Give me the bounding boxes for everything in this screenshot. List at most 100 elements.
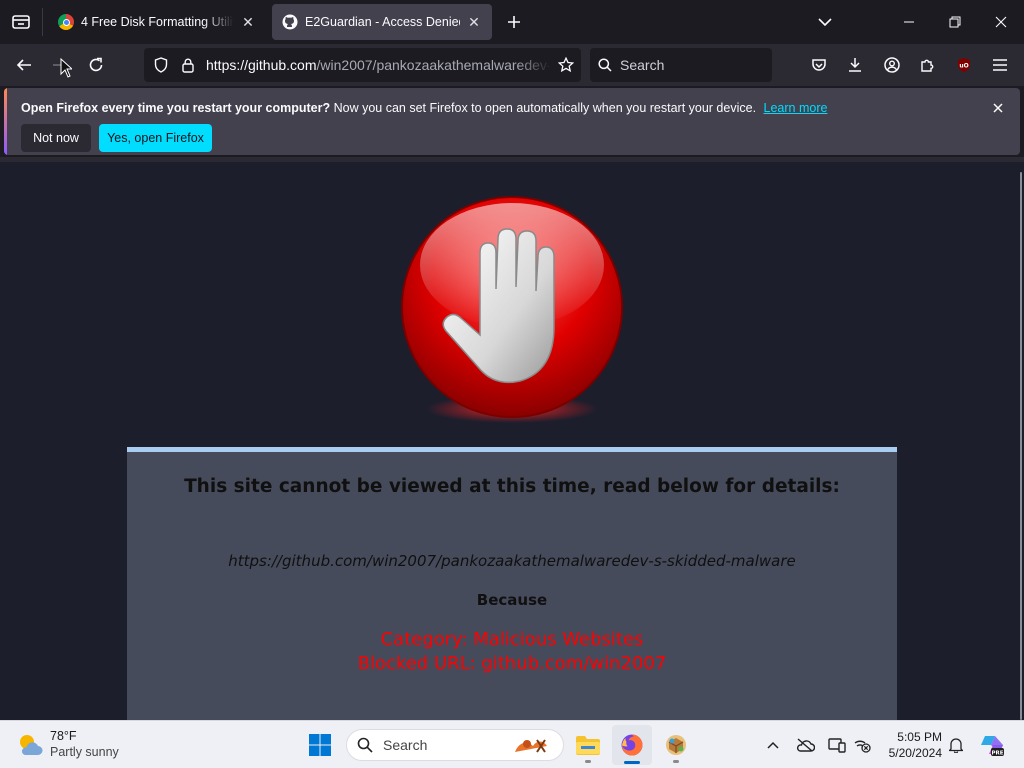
chevron-up-icon xyxy=(767,741,779,749)
bell-icon xyxy=(949,738,963,753)
restore-button[interactable] xyxy=(932,0,978,44)
close-icon xyxy=(993,103,1003,113)
back-arrow-icon xyxy=(16,59,31,71)
blocked-url-text: https://github.com/win2007/pankozaakathe… xyxy=(228,552,796,570)
tracking-protection-shield-icon[interactable] xyxy=(146,48,176,82)
file-explorer-button[interactable] xyxy=(568,725,608,765)
close-notification-button[interactable] xyxy=(990,100,1006,116)
download-icon xyxy=(849,58,861,72)
tab-separator xyxy=(42,8,43,36)
ublock-origin-button[interactable]: uO xyxy=(948,49,980,81)
package-icon xyxy=(666,735,686,755)
firefox-view-icon xyxy=(12,15,30,29)
tab-e2guardian[interactable]: E2Guardian - Access Denied ✕ xyxy=(272,4,492,40)
weather-description: Partly sunny xyxy=(50,745,119,759)
weather-widget[interactable]: 78°F Partly sunny xyxy=(14,727,134,763)
tab-disk-formatting[interactable]: 4 Free Disk Formatting Utility to ✕ xyxy=(48,4,266,40)
copilot-icon: PRE xyxy=(981,736,1004,756)
url-text[interactable]: https://github.com/win2007/pankozaakathe… xyxy=(206,57,551,73)
yes-open-firefox-button[interactable]: Yes, open Firefox xyxy=(99,124,212,152)
address-bar[interactable]: https://github.com/win2007/pankozaakathe… xyxy=(144,48,581,82)
account-icon xyxy=(884,57,900,73)
puzzle-piece-icon xyxy=(921,59,934,72)
category-text: Category: Malicious Websites xyxy=(380,629,644,650)
block-heading: This site cannot be viewed at this time,… xyxy=(184,476,840,497)
not-now-button[interactable]: Not now xyxy=(21,124,91,152)
downloads-button[interactable] xyxy=(839,49,871,81)
notification-accent-bar xyxy=(4,88,7,155)
tab-title: E2Guardian - Access Denied xyxy=(305,15,460,29)
search-highlight-icon xyxy=(515,739,547,753)
stop-hand-icon xyxy=(401,196,623,423)
search-bar[interactable]: Search xyxy=(590,48,772,82)
svg-text:PRE: PRE xyxy=(991,750,1003,756)
reload-button[interactable] xyxy=(80,49,112,81)
minimize-button[interactable] xyxy=(886,0,932,44)
minimize-icon xyxy=(904,21,914,23)
chrome-favicon-icon xyxy=(58,14,74,30)
blocked-url-line: Blocked URL: github.com/win2007 xyxy=(357,653,667,674)
start-button[interactable] xyxy=(300,725,340,765)
active-indicator xyxy=(624,761,640,764)
bookmark-star-icon[interactable] xyxy=(551,48,581,82)
because-label: Because xyxy=(476,591,548,609)
network-disconnected-icon xyxy=(854,740,871,753)
taskbar-search-placeholder: Search xyxy=(383,737,428,753)
pocket-button[interactable] xyxy=(803,49,835,81)
notifications-button[interactable] xyxy=(944,733,968,757)
clock[interactable]: 5:05 PM 5/20/2024 xyxy=(874,729,942,761)
account-button[interactable] xyxy=(876,49,908,81)
taskbar-search-box[interactable]: Search xyxy=(346,729,564,761)
onedrive-tray-button[interactable] xyxy=(793,733,817,757)
firefox-logo-icon xyxy=(621,734,643,756)
url-path: /win2007/pankozaakathemalwaredev-s-skidd… xyxy=(316,57,551,73)
github-favicon-icon xyxy=(282,14,298,30)
plus-icon xyxy=(508,16,520,28)
taskbar: 78°F Partly sunny Search 5:05 PM 5/20/20… xyxy=(0,720,1024,768)
tab-title: 4 Free Disk Formatting Utility to xyxy=(81,15,234,29)
reload-icon xyxy=(89,57,103,72)
close-icon xyxy=(995,16,1007,28)
default-browser-notification: Open Firefox every time you restart your… xyxy=(4,88,1020,155)
notification-message: Open Firefox every time you restart your… xyxy=(21,101,827,115)
svg-text:uO: uO xyxy=(959,63,968,70)
tab-strip: 4 Free Disk Formatting Utility to ✕ E2Gu… xyxy=(0,0,1024,44)
clock-time: 5:05 PM xyxy=(897,730,942,744)
display-icon xyxy=(828,738,846,753)
device-tray-button[interactable] xyxy=(825,733,849,757)
close-tab-icon[interactable]: ✕ xyxy=(240,14,256,30)
url-domain: https://github.com xyxy=(206,57,317,73)
block-reason: Category: Malicious Websites Blocked URL… xyxy=(127,628,897,676)
ublock-origin-icon: uO xyxy=(958,58,970,72)
mouse-cursor-icon xyxy=(60,58,72,78)
learn-more-link[interactable]: Learn more xyxy=(764,101,828,115)
close-window-button[interactable] xyxy=(978,0,1024,44)
search-icon xyxy=(598,58,612,72)
firefox-view-button[interactable] xyxy=(0,0,42,44)
app-taskbar-button[interactable] xyxy=(656,725,696,765)
new-tab-button[interactable] xyxy=(500,8,528,36)
cloud-offline-icon xyxy=(796,738,815,752)
scrollbar[interactable] xyxy=(1020,172,1022,720)
network-volume-tray-button[interactable] xyxy=(850,733,874,757)
firefox-taskbar-button[interactable] xyxy=(612,725,652,765)
hamburger-menu-icon xyxy=(993,59,1007,71)
extensions-button[interactable] xyxy=(912,49,944,81)
folder-icon xyxy=(576,736,600,755)
show-hidden-icons-button[interactable] xyxy=(761,733,785,757)
pocket-icon xyxy=(812,59,826,71)
back-button[interactable] xyxy=(8,49,40,81)
windows-logo-icon xyxy=(309,734,331,756)
lock-icon[interactable] xyxy=(176,48,200,82)
page-content: This site cannot be viewed at this time,… xyxy=(0,162,1024,720)
partly-sunny-icon xyxy=(20,735,43,755)
copilot-button[interactable]: PRE xyxy=(978,733,1006,757)
list-all-tabs-button[interactable] xyxy=(802,0,848,44)
app-menu-button[interactable] xyxy=(984,49,1016,81)
close-tab-icon[interactable]: ✕ xyxy=(466,14,482,30)
search-icon xyxy=(357,737,373,753)
temperature: 78°F xyxy=(50,729,77,743)
clock-date: 5/20/2024 xyxy=(888,746,942,760)
running-indicator xyxy=(585,760,591,763)
running-indicator xyxy=(673,760,679,763)
